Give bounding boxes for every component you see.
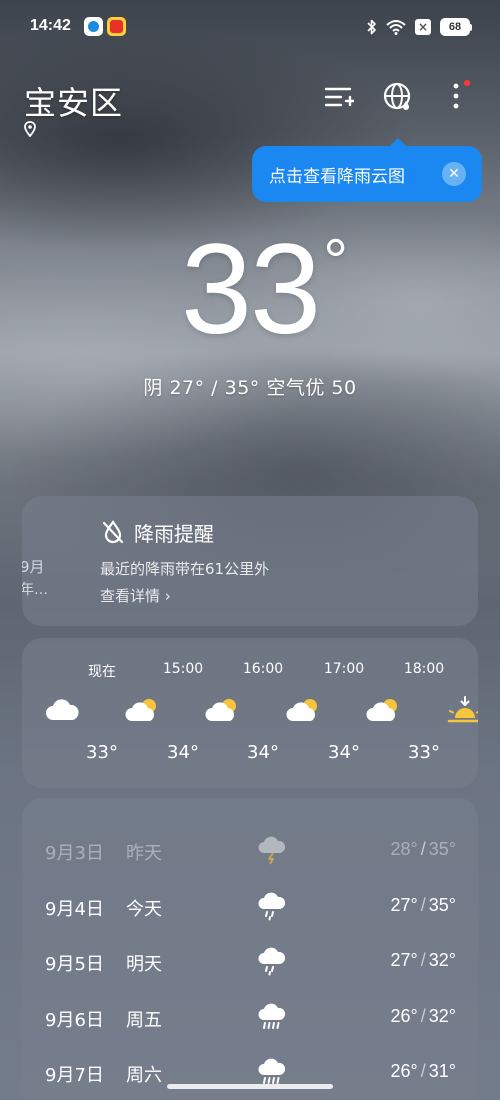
heavy-rain-icon xyxy=(258,1057,286,1087)
hour-label: 17:00 xyxy=(323,661,365,677)
app-notification-icon xyxy=(84,17,103,36)
rain-cloud-icon xyxy=(258,891,286,921)
tooltip-text: 点击查看降雨云图 xyxy=(269,166,405,187)
day-name: 明天 xyxy=(126,954,162,975)
app-notification-icon-2 xyxy=(107,17,126,36)
day-high: 32° xyxy=(428,950,456,970)
home-indicator[interactable] xyxy=(167,1084,333,1089)
day-date: 9月7日 xyxy=(45,1065,104,1086)
no-sim-icon: × xyxy=(415,19,431,35)
notification-dot xyxy=(464,80,470,86)
day-name: 周六 xyxy=(126,1065,162,1086)
close-icon[interactable]: ✕ xyxy=(442,162,466,186)
day-temperature-range: 26°/32° xyxy=(390,1005,456,1026)
daily-row[interactable]: 9月6日 周五 26°/32° xyxy=(22,998,478,1038)
rain-map-tooltip[interactable]: 点击查看降雨云图 ✕ xyxy=(252,138,482,202)
daily-forecast-card[interactable]: 9月3日 昨天 28°/35° 9月4日 今天 27°/35° 9月5日 明天 27°/32° 9… xyxy=(22,798,478,1100)
day-date: 9月3日 xyxy=(45,843,104,864)
city-manage-icon[interactable] xyxy=(324,82,354,112)
hour-temperature: 33° xyxy=(86,742,118,763)
previous-card-date: 9月 xyxy=(22,558,45,576)
day-high: 35° xyxy=(428,894,456,915)
rain-alert-title: 降雨提醒 xyxy=(134,522,214,546)
day-low: 28° xyxy=(390,839,418,859)
current-temp-value: 33 xyxy=(180,218,321,361)
more-options-icon[interactable] xyxy=(441,82,471,112)
day-date: 9月5日 xyxy=(45,954,104,975)
current-temperature: 33 ° xyxy=(0,216,500,363)
hourly-forecast-card[interactable]: 现在 33° 15:00 34° 16:00 34° 17:00 34° 18:00 33° 18:… xyxy=(22,638,478,788)
day-date: 9月4日 xyxy=(45,898,104,920)
hour-label: 18:00 xyxy=(403,661,445,677)
status-time: 14:42 xyxy=(30,17,71,34)
hour-temperature: 33° xyxy=(408,742,440,763)
partly-cloudy-icon xyxy=(286,696,322,724)
status-right-icons: × 68 xyxy=(367,16,472,38)
rain-alert-card[interactable]: 9月 年… 降雨提醒 最近的降雨带在61公里外 查看详情 › xyxy=(22,496,478,626)
previous-card-text: 年… xyxy=(22,582,48,598)
day-low: 26° xyxy=(390,1005,418,1026)
rain-cloud-icon xyxy=(258,946,286,976)
bluetooth-icon xyxy=(367,19,376,35)
day-name: 昨天 xyxy=(126,843,162,864)
wifi-icon xyxy=(386,20,406,35)
day-high: 32° xyxy=(428,1005,456,1026)
day-low: 27° xyxy=(390,950,418,970)
hour-temperature: 34° xyxy=(247,742,279,763)
hour-label: 16:00 xyxy=(242,661,284,677)
day-temperature-range: 26°/31° xyxy=(390,1061,456,1081)
weather-summary: 阴 27° / 35° 空气优 50 xyxy=(143,377,357,399)
day-low: 26° xyxy=(390,1061,418,1081)
sunset-icon xyxy=(447,696,478,724)
location-title[interactable]: 宝安区 xyxy=(24,78,123,124)
day-high: 31° xyxy=(428,1061,456,1081)
hour-temperature: 34° xyxy=(328,742,360,763)
day-name: 周五 xyxy=(126,1009,162,1031)
location-pin-icon xyxy=(24,121,36,137)
day-temperature-range: 27°/32° xyxy=(390,950,456,970)
daily-row[interactable]: 9月3日 昨天 28°/35° xyxy=(22,831,478,871)
partly-cloudy-icon xyxy=(125,696,161,724)
hour-label: 15:00 xyxy=(162,661,204,677)
hour-label: 现在 xyxy=(88,664,116,680)
battery-level: 68 xyxy=(440,18,470,36)
day-low: 27° xyxy=(390,894,418,915)
day-temperature-range: 28°/35° xyxy=(390,839,456,859)
no-rain-drop-icon xyxy=(102,520,124,544)
cloud-icon xyxy=(44,696,80,724)
status-bar: 14:42 × 68 xyxy=(0,0,500,56)
daily-row[interactable]: 9月5日 明天 27°/32° xyxy=(22,942,478,982)
day-temperature-range: 27°/35° xyxy=(390,894,456,915)
hour-temperature: 34° xyxy=(167,742,199,763)
hour-temperature: 32° xyxy=(465,742,478,763)
hour-label: 18:3 xyxy=(465,661,478,677)
thunderstorm-icon xyxy=(258,835,286,865)
view-details-link[interactable]: 查看详情 › xyxy=(100,585,171,606)
rain-alert-description: 最近的降雨带在61公里外 xyxy=(100,560,270,578)
partly-cloudy-icon xyxy=(205,696,241,724)
heavy-rain-icon xyxy=(258,1002,286,1032)
rain-map-globe-icon[interactable] xyxy=(383,82,413,112)
daily-row[interactable]: 9月4日 今天 27°/35° xyxy=(22,887,478,927)
day-date: 9月6日 xyxy=(45,1009,104,1031)
degree-symbol: ° xyxy=(323,227,348,296)
battery-icon: 68 xyxy=(440,18,472,36)
day-high: 35° xyxy=(428,839,456,859)
partly-cloudy-icon xyxy=(366,696,402,724)
day-name: 今天 xyxy=(126,898,162,920)
